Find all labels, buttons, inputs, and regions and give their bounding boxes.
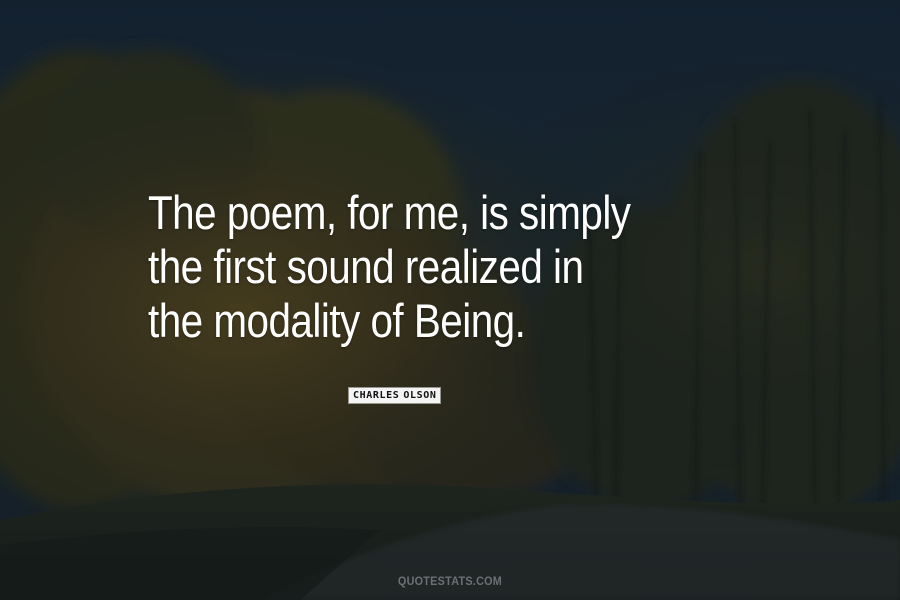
author-label: CHARLES OLSON bbox=[349, 388, 441, 403]
quote-line: The poem, for me, is simply bbox=[148, 186, 631, 239]
site-watermark: QUOTESTATS.COM bbox=[397, 574, 503, 588]
author-first-name: CHARLES bbox=[353, 390, 400, 401]
quote-text: The poem, for me, is simply the first so… bbox=[148, 186, 750, 348]
quote-line: the first sound realized in bbox=[148, 240, 584, 293]
quote-image: The poem, for me, is simply the first so… bbox=[0, 0, 900, 600]
quote-line: the modality of Being. bbox=[148, 294, 526, 347]
author-last-name: OLSON bbox=[403, 390, 437, 401]
